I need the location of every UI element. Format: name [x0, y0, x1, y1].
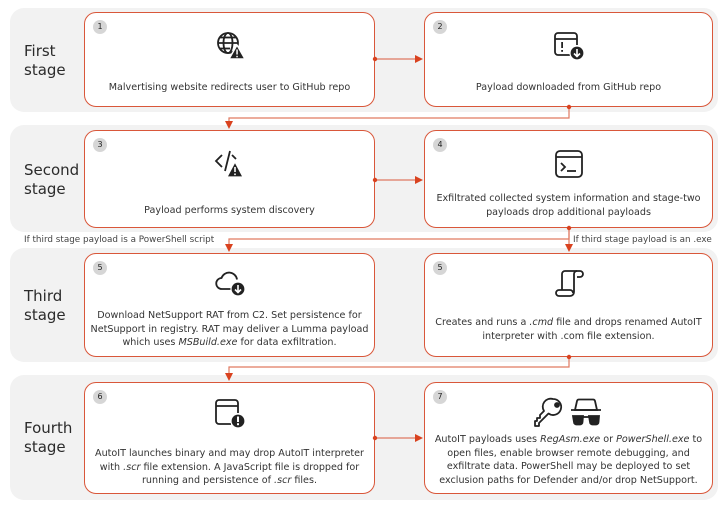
step-description: AutoIT payloads uses RegAsm.exe or Power… — [434, 434, 703, 486]
step-4-box: 4 Exfiltrated collected system informati… — [424, 130, 713, 228]
script-scroll-icon — [554, 269, 584, 303]
step-number-badge: 3 — [93, 138, 107, 152]
code-warning-icon — [214, 149, 246, 183]
step-7-box: 7 AutoIT payloads uses RegAsm.exe or Pow… — [424, 382, 713, 494]
step-description: AutoIT launches binary and may drop Auto… — [95, 448, 364, 486]
step-3-box: 3 Payload performs system discovery — [84, 130, 375, 228]
step-6-box: 6 AutoIT launches binary and may drop Au… — [84, 382, 375, 494]
step-number-badge: 4 — [433, 138, 447, 152]
step-number-badge: 7 — [433, 390, 447, 404]
cloud-download-icon — [214, 268, 246, 302]
step-number-badge: 5 — [93, 261, 107, 275]
key-icon — [533, 397, 562, 427]
terminal-icon — [554, 149, 584, 183]
step-description: Exfiltrated collected system information… — [436, 193, 701, 218]
window-alert-icon — [214, 398, 246, 432]
key-and-incognito-icon — [533, 396, 605, 432]
incognito-icon — [570, 398, 601, 426]
step-number-badge: 6 — [93, 390, 107, 404]
step-5-powershell-box: 5 Download NetSupport RAT from C2. Set p… — [84, 253, 375, 357]
globe-warning-icon — [214, 30, 246, 64]
step-description: Payload downloaded from GitHub repo — [475, 82, 662, 93]
step-2-box: 2 Payload downloaded from GitHub repo — [424, 12, 713, 107]
step-5-exe-box: 5 Creates and runs a .cmd file and drops… — [424, 253, 713, 357]
stage-label-first: First stage — [24, 42, 66, 79]
step-number-badge: 1 — [93, 20, 107, 34]
stage-label-third: Third stage — [24, 287, 66, 324]
condition-exe-label: If third stage payload is an .exe — [573, 235, 712, 245]
step-number-badge: 5 — [433, 261, 447, 275]
condition-powershell-label: If third stage payload is a PowerShell s… — [24, 235, 215, 245]
stage-label-fourth: Fourth stage — [24, 419, 73, 456]
step-description: Download NetSupport RAT from C2. Set per… — [90, 310, 369, 348]
step-description: Payload performs system discovery — [144, 205, 315, 216]
window-download-icon — [553, 31, 585, 65]
step-1-box: 1 Malvertising website redirects user to… — [84, 12, 375, 107]
step-description: Malvertising website redirects user to G… — [108, 82, 351, 93]
step-description: Creates and runs a .cmd file and drops r… — [435, 317, 702, 342]
step-number-badge: 2 — [433, 20, 447, 34]
stage-label-second: Second stage — [24, 161, 80, 198]
